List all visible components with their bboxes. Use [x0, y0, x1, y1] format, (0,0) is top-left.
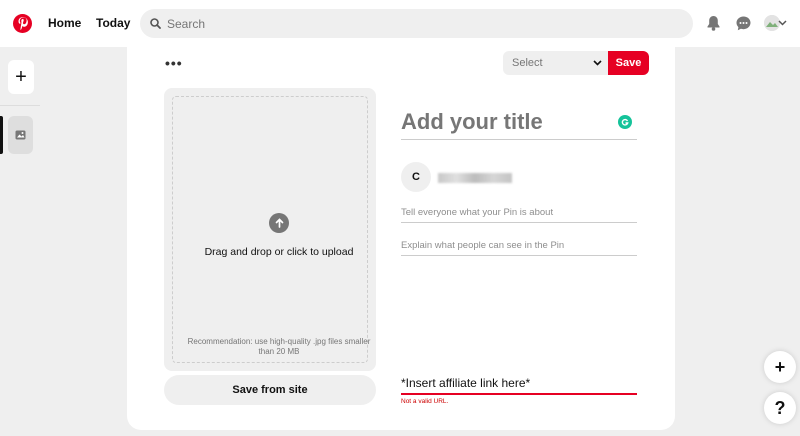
pinterest-logo-icon[interactable] [13, 14, 32, 33]
upload-recommendation: Recommendation: use high-quality .jpg fi… [187, 337, 371, 356]
save-from-site-button[interactable]: Save from site [164, 375, 376, 405]
alt-text-underline [401, 255, 637, 256]
title-underline [401, 139, 637, 140]
draft-pin-thumbnail[interactable] [8, 116, 33, 154]
search-icon [150, 18, 161, 29]
image-upload-area[interactable]: Drag and drop or click to upload Recomme… [164, 88, 376, 371]
help-button[interactable]: ? [764, 392, 796, 424]
chevron-down-icon [593, 60, 602, 66]
drag-drop-text: Drag and drop or click to upload [204, 246, 354, 258]
top-bar: Home Today [0, 0, 800, 47]
upload-dropzone[interactable]: Drag and drop or click to upload Recomme… [172, 96, 371, 363]
board-select[interactable]: Select [503, 51, 608, 75]
floating-add-button[interactable]: + [764, 351, 796, 383]
notifications-bell-icon[interactable] [704, 14, 722, 32]
description-underline [401, 222, 637, 223]
image-icon [15, 130, 26, 140]
create-pin-button[interactable]: + [8, 60, 34, 94]
board-select-value: Select [512, 57, 543, 69]
user-avatar: C [401, 162, 431, 192]
plus-icon: + [774, 356, 786, 377]
save-button[interactable]: Save [608, 51, 649, 75]
destination-link-field[interactable]: *Insert affiliate link here* [401, 376, 530, 390]
upload-arrow-icon [269, 213, 289, 233]
search-bar[interactable] [140, 9, 693, 38]
search-input[interactable] [167, 16, 647, 31]
sidebar-divider [0, 105, 40, 106]
alt-text-field[interactable]: Explain what people can see in the Pin [401, 240, 564, 251]
grammarly-icon[interactable] [618, 115, 632, 129]
sidebar-active-indicator [0, 116, 3, 154]
blurred-username [438, 173, 512, 183]
nav-today[interactable]: Today [96, 16, 130, 30]
question-mark-icon: ? [774, 397, 786, 418]
more-options-button[interactable]: ••• [165, 55, 183, 71]
link-error-message: Not a valid URL. [401, 398, 449, 405]
link-error-underline [401, 393, 637, 395]
account-chevron-down-icon[interactable] [776, 14, 788, 32]
plus-icon: + [15, 65, 27, 88]
messages-icon[interactable] [734, 14, 752, 32]
nav-home[interactable]: Home [48, 16, 81, 30]
pin-title-input[interactable]: Add your title [401, 109, 543, 135]
description-field[interactable]: Tell everyone what your Pin is about [401, 207, 553, 218]
